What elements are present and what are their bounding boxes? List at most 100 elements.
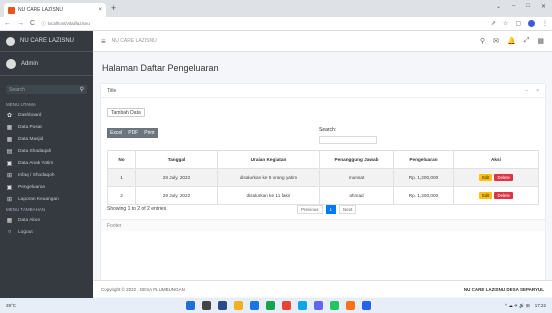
sidebar-item-6[interactable]: ▣ Pengeluaran: [0, 181, 93, 193]
excel-button[interactable]: Excel: [107, 128, 126, 138]
prev-button[interactable]: Previous: [297, 205, 323, 214]
col-date[interactable]: Tanggal: [135, 150, 218, 169]
fullscreen-icon[interactable]: ⤢: [524, 37, 530, 45]
new-tab-button[interactable]: +: [111, 3, 116, 13]
sidebar-item-5[interactable]: ⊞ Infaq / Shodaqoh: [0, 169, 93, 181]
pagination: Previous 1 Next: [297, 205, 357, 214]
sidebar-search-input[interactable]: Search: [9, 87, 25, 93]
chevron-down-icon[interactable]: ⌄: [496, 3, 501, 10]
sidebar-item-3[interactable]: ▤ Data Shadaqah: [0, 145, 93, 157]
file-explorer-icon[interactable]: [234, 301, 243, 310]
sidebar-search[interactable]: Search ⚲: [6, 85, 87, 94]
copyright: Copyright © 2022 . DESA PLUMBUNGAN: [101, 286, 185, 292]
sidebar-item-1[interactable]: ▦ Data Pusat: [0, 121, 93, 133]
sidebar-item-label: Data Anak Yatim: [18, 160, 54, 166]
content-wrapper: Halaman Daftar Pengeluaran Title – × Tamb…: [93, 52, 552, 298]
table-icon: ▦: [6, 136, 13, 143]
pdf-button[interactable]: PDF: [125, 128, 142, 138]
delete-button[interactable]: Delete: [494, 174, 513, 181]
profile-icon[interactable]: [528, 20, 535, 27]
sidebar-item-4[interactable]: ▣ Data Anak Yatim: [0, 157, 93, 169]
more-icon[interactable]: ⋮: [542, 20, 548, 27]
app-icon[interactable]: [298, 301, 307, 310]
sidebar-item-label: Dashboard: [18, 112, 42, 118]
star-icon[interactable]: ☆: [503, 20, 508, 27]
sidebar-item-0[interactable]: ✿ Dashboard: [0, 109, 93, 121]
footer-right: NU CARE LAZISNU DESA SEPARYUL: [463, 286, 544, 292]
logo-icon: [6, 36, 15, 46]
search-icon[interactable]: [202, 301, 211, 310]
sidebar-item-label: Data Akun: [18, 217, 41, 223]
browser-tab[interactable]: NU CARE LAZISNU ×: [4, 3, 106, 17]
print-button[interactable]: Print: [141, 128, 158, 138]
sidebar-item-label: Pengeluaran: [18, 184, 46, 190]
page-title: Halaman Daftar Pengeluaran: [102, 63, 219, 73]
collapse-icon[interactable]: –: [525, 88, 528, 94]
minimize-icon[interactable]: –: [512, 3, 515, 10]
edit-button[interactable]: Edit: [479, 192, 493, 199]
sidebar-item-label: Laporan Keuangan: [18, 196, 59, 202]
user-panel[interactable]: Admin: [0, 52, 93, 76]
add-data-button[interactable]: Tambah Data: [107, 108, 145, 117]
search-icon[interactable]: ⚲: [480, 37, 485, 45]
app-icon[interactable]: [346, 301, 355, 310]
brand[interactable]: NU CARE LAZISNU: [0, 31, 93, 52]
remove-icon[interactable]: ×: [536, 88, 539, 94]
col-amount[interactable]: Pengeluaran: [393, 150, 454, 169]
table-icon: ▦: [6, 124, 13, 131]
delete-button[interactable]: Delete: [494, 192, 513, 199]
url-field[interactable]: ⓘ localhost/vital/lazisnu: [41, 21, 90, 27]
edge-icon[interactable]: [250, 301, 259, 310]
cell-no: 2: [107, 186, 136, 205]
window-icon[interactable]: ▢: [515, 20, 521, 27]
card-header: Title – ×: [101, 84, 545, 98]
task-view-icon[interactable]: [218, 301, 227, 310]
sidebar-item-0[interactable]: ▦ Data Akun: [0, 214, 93, 226]
search-icon[interactable]: ⚲: [80, 86, 84, 93]
tray-icons[interactable]: ^ ☁ ✈ 🔊 ⊞: [505, 303, 530, 309]
list-icon: ▤: [6, 148, 13, 155]
edit-button[interactable]: Edit: [479, 174, 493, 181]
grid-icon[interactable]: ▦: [537, 37, 544, 45]
app-icon[interactable]: [330, 301, 339, 310]
share-icon[interactable]: ⇗: [491, 20, 496, 27]
menu-toggle-icon[interactable]: ≡: [101, 37, 106, 46]
col-action[interactable]: Aksi: [453, 150, 539, 169]
clock[interactable]: 17:22: [535, 303, 546, 309]
forward-icon[interactable]: →: [17, 20, 24, 27]
tab-title: NU CARE LAZISNU: [18, 7, 64, 13]
close-icon[interactable]: ✕: [541, 3, 546, 10]
col-desc[interactable]: Uraian Kegiatan: [217, 150, 320, 169]
close-tab-icon[interactable]: ×: [98, 7, 102, 13]
address-bar: ← → C ⓘ localhost/vital/lazisnu ⇗ ☆ ▢ ⋮: [0, 17, 552, 31]
expense-table: No Tanggal Uraian Kegiatan Penanggung Ja…: [107, 150, 539, 205]
table-row: 2 29 July, 2022 disalurkan ke 11 fakir a…: [107, 186, 539, 205]
app-icon[interactable]: [314, 301, 323, 310]
box-icon: ▣: [6, 184, 13, 191]
sidebar-item-7[interactable]: ⊞ Laporan Keuangan: [0, 193, 93, 205]
search-label: Search:: [319, 127, 337, 133]
reload-icon[interactable]: C: [30, 20, 35, 27]
page-1-button[interactable]: 1: [325, 205, 337, 214]
sidebar-item-label: Logout: [18, 229, 33, 235]
weather-widget[interactable]: 29°C: [6, 303, 16, 308]
sidebar-item-1[interactable]: ○ Logout: [0, 226, 93, 238]
app-icon[interactable]: [362, 301, 371, 310]
next-button[interactable]: Next: [339, 205, 357, 214]
search-input[interactable]: [319, 136, 377, 144]
notification-icon[interactable]: 🔔: [507, 37, 516, 45]
message-icon[interactable]: ✉: [493, 37, 499, 45]
app-icon[interactable]: [282, 301, 291, 310]
page-footer: Copyright © 2022 . DESA PLUMBUNGAN NU CA…: [93, 280, 552, 297]
cell-pj: ahmad: [319, 186, 394, 205]
windows-start-icon[interactable]: [186, 301, 195, 310]
sidebar-item-2[interactable]: ▦ Data Masjid: [0, 133, 93, 145]
maximize-icon[interactable]: □: [526, 3, 530, 10]
chrome-icon[interactable]: [266, 301, 275, 310]
cell-desc: disalurkan ke 5 orang yatim: [217, 168, 320, 187]
col-pj[interactable]: Penanggung Jawab: [319, 150, 394, 169]
cell-no: 1: [107, 168, 136, 187]
back-icon[interactable]: ←: [4, 20, 11, 27]
card-footer: Footer: [101, 219, 545, 231]
col-no[interactable]: No: [107, 150, 136, 169]
